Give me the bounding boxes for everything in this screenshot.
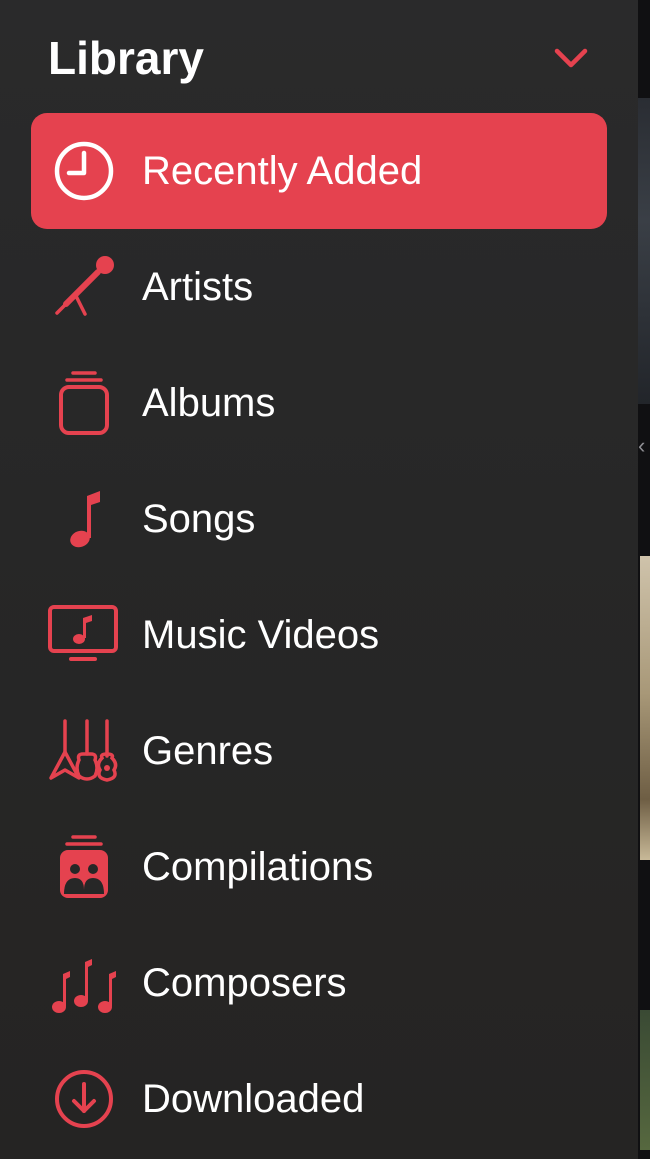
guitars-icon [47, 718, 119, 784]
chevron-down-icon [554, 48, 588, 68]
music-note-icon [47, 486, 119, 552]
artwork-thumbnail [640, 1010, 650, 1150]
sidebar-item-composers[interactable]: Composers [31, 925, 607, 1041]
music-video-icon [47, 602, 119, 668]
library-header: Library [48, 26, 593, 90]
chevron-left-icon: ‹ [638, 433, 646, 458]
sidebar-item-label: Recently Added [142, 149, 423, 193]
music-notes-icon [47, 950, 119, 1016]
background-content-peek: ‹ [638, 0, 650, 1159]
sidebar-item-songs[interactable]: Songs [31, 461, 607, 577]
microphone-icon [47, 254, 119, 320]
library-sidebar: Library Recently Added Artists Albums So… [0, 0, 638, 1159]
artwork-thumbnail [640, 556, 650, 860]
library-title: Library [48, 32, 204, 84]
download-circle-icon [47, 1066, 119, 1132]
sidebar-item-downloaded[interactable]: Downloaded [31, 1041, 607, 1157]
sidebar-item-albums[interactable]: Albums [31, 345, 607, 461]
sidebar-item-compilations[interactable]: Compilations [31, 809, 607, 925]
compilation-icon [47, 834, 119, 900]
sidebar-item-label: Compilations [142, 845, 374, 889]
music-library-screen: ‹ Library Recently Added Artists Albums … [0, 0, 650, 1159]
sidebar-item-label: Genres [142, 729, 274, 773]
sidebar-item-recently-added[interactable]: Recently Added [31, 113, 607, 229]
artwork-thumbnail [638, 98, 650, 404]
album-stack-icon [47, 370, 119, 436]
collapse-library-button[interactable] [549, 36, 593, 80]
sidebar-item-label: Songs [142, 497, 256, 541]
clock-icon [47, 138, 119, 204]
sidebar-item-label: Artists [142, 265, 254, 309]
sidebar-item-label: Albums [142, 381, 276, 425]
sidebar-item-label: Music Videos [142, 613, 380, 657]
sidebar-item-artists[interactable]: Artists [31, 229, 607, 345]
sidebar-item-label: Downloaded [142, 1077, 365, 1121]
sidebar-item-music-videos[interactable]: Music Videos [31, 577, 607, 693]
library-nav: Recently Added Artists Albums Songs Musi… [31, 113, 607, 1157]
sidebar-item-label: Composers [142, 961, 347, 1005]
sidebar-item-genres[interactable]: Genres [31, 693, 607, 809]
